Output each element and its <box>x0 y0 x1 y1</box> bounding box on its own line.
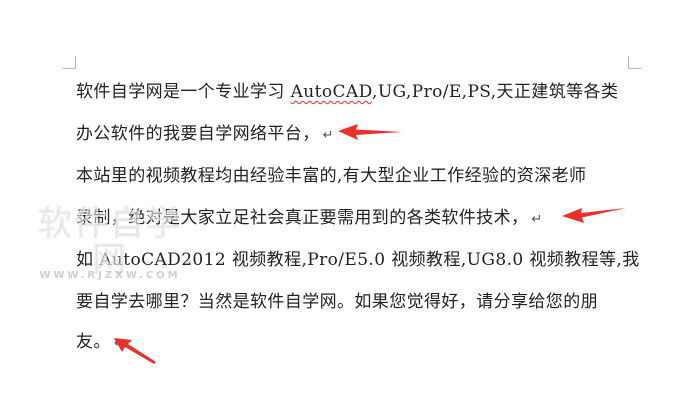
line-4-text: 录制，绝对是大家立足社会真正要需用到的各类软件技术， <box>76 208 529 228</box>
paragraph-line-2[interactable]: 办公软件的我要自学网络平台， ↵ <box>76 119 334 144</box>
paragraph-mark-icon: ↵ <box>322 128 334 143</box>
watermark-url: WWW.RJZXW.COM <box>39 270 181 281</box>
line-1-text-b: ,UG,Pro/E,PS,天正建筑等各类 <box>372 82 619 102</box>
paragraph-line-5[interactable]: 如 AutoCAD2012 视频教程,Pro/E5.0 视频教程,UG8.0 视… <box>76 245 640 270</box>
line-6-text: 要自学去哪里？当然是软件自学网。如果您觉得好，请分享给您的朋 <box>76 292 598 312</box>
line-2-text: 办公软件的我要自学网络平台， <box>76 124 320 144</box>
paragraph-line-6[interactable]: 要自学去哪里？当然是软件自学网。如果您觉得好，请分享给您的朋 <box>76 287 598 312</box>
paragraph-mark-icon: ↵ <box>531 212 543 227</box>
red-arrow-icon <box>114 338 156 364</box>
line-7-text: 友。 <box>76 332 111 352</box>
spellcheck-underlined-word[interactable]: AutoCAD <box>291 82 372 102</box>
paragraph-line-4[interactable]: 录制，绝对是大家立足社会真正要需用到的各类软件技术， ↵ <box>76 203 543 228</box>
margin-corner-top-left <box>63 56 76 69</box>
paragraph-line-3[interactable]: 本站里的视频教程均由经验丰富的,有大型企业工作经验的资深老师 <box>76 161 586 186</box>
paragraph-line-1[interactable]: 软件自学网是一个专业学习 AutoCAD,UG,Pro/E,PS,天正建筑等各类 <box>76 77 618 102</box>
line-3-text: 本站里的视频教程均由经验丰富的,有大型企业工作经验的资深老师 <box>76 166 587 186</box>
margin-corner-top-right <box>628 56 641 69</box>
red-arrow-icon <box>562 208 626 223</box>
line-5-text: 如 AutoCAD2012 视频教程,Pro/E5.0 视频教程,UG8.0 视… <box>76 250 640 270</box>
line-1-text-a: 软件自学网是一个专业学习 <box>76 82 291 102</box>
red-arrow-icon <box>338 124 402 140</box>
document-page[interactable]: 软件自学网是一个专业学习 AutoCAD,UG,Pro/E,PS,天正建筑等各类… <box>0 0 685 417</box>
